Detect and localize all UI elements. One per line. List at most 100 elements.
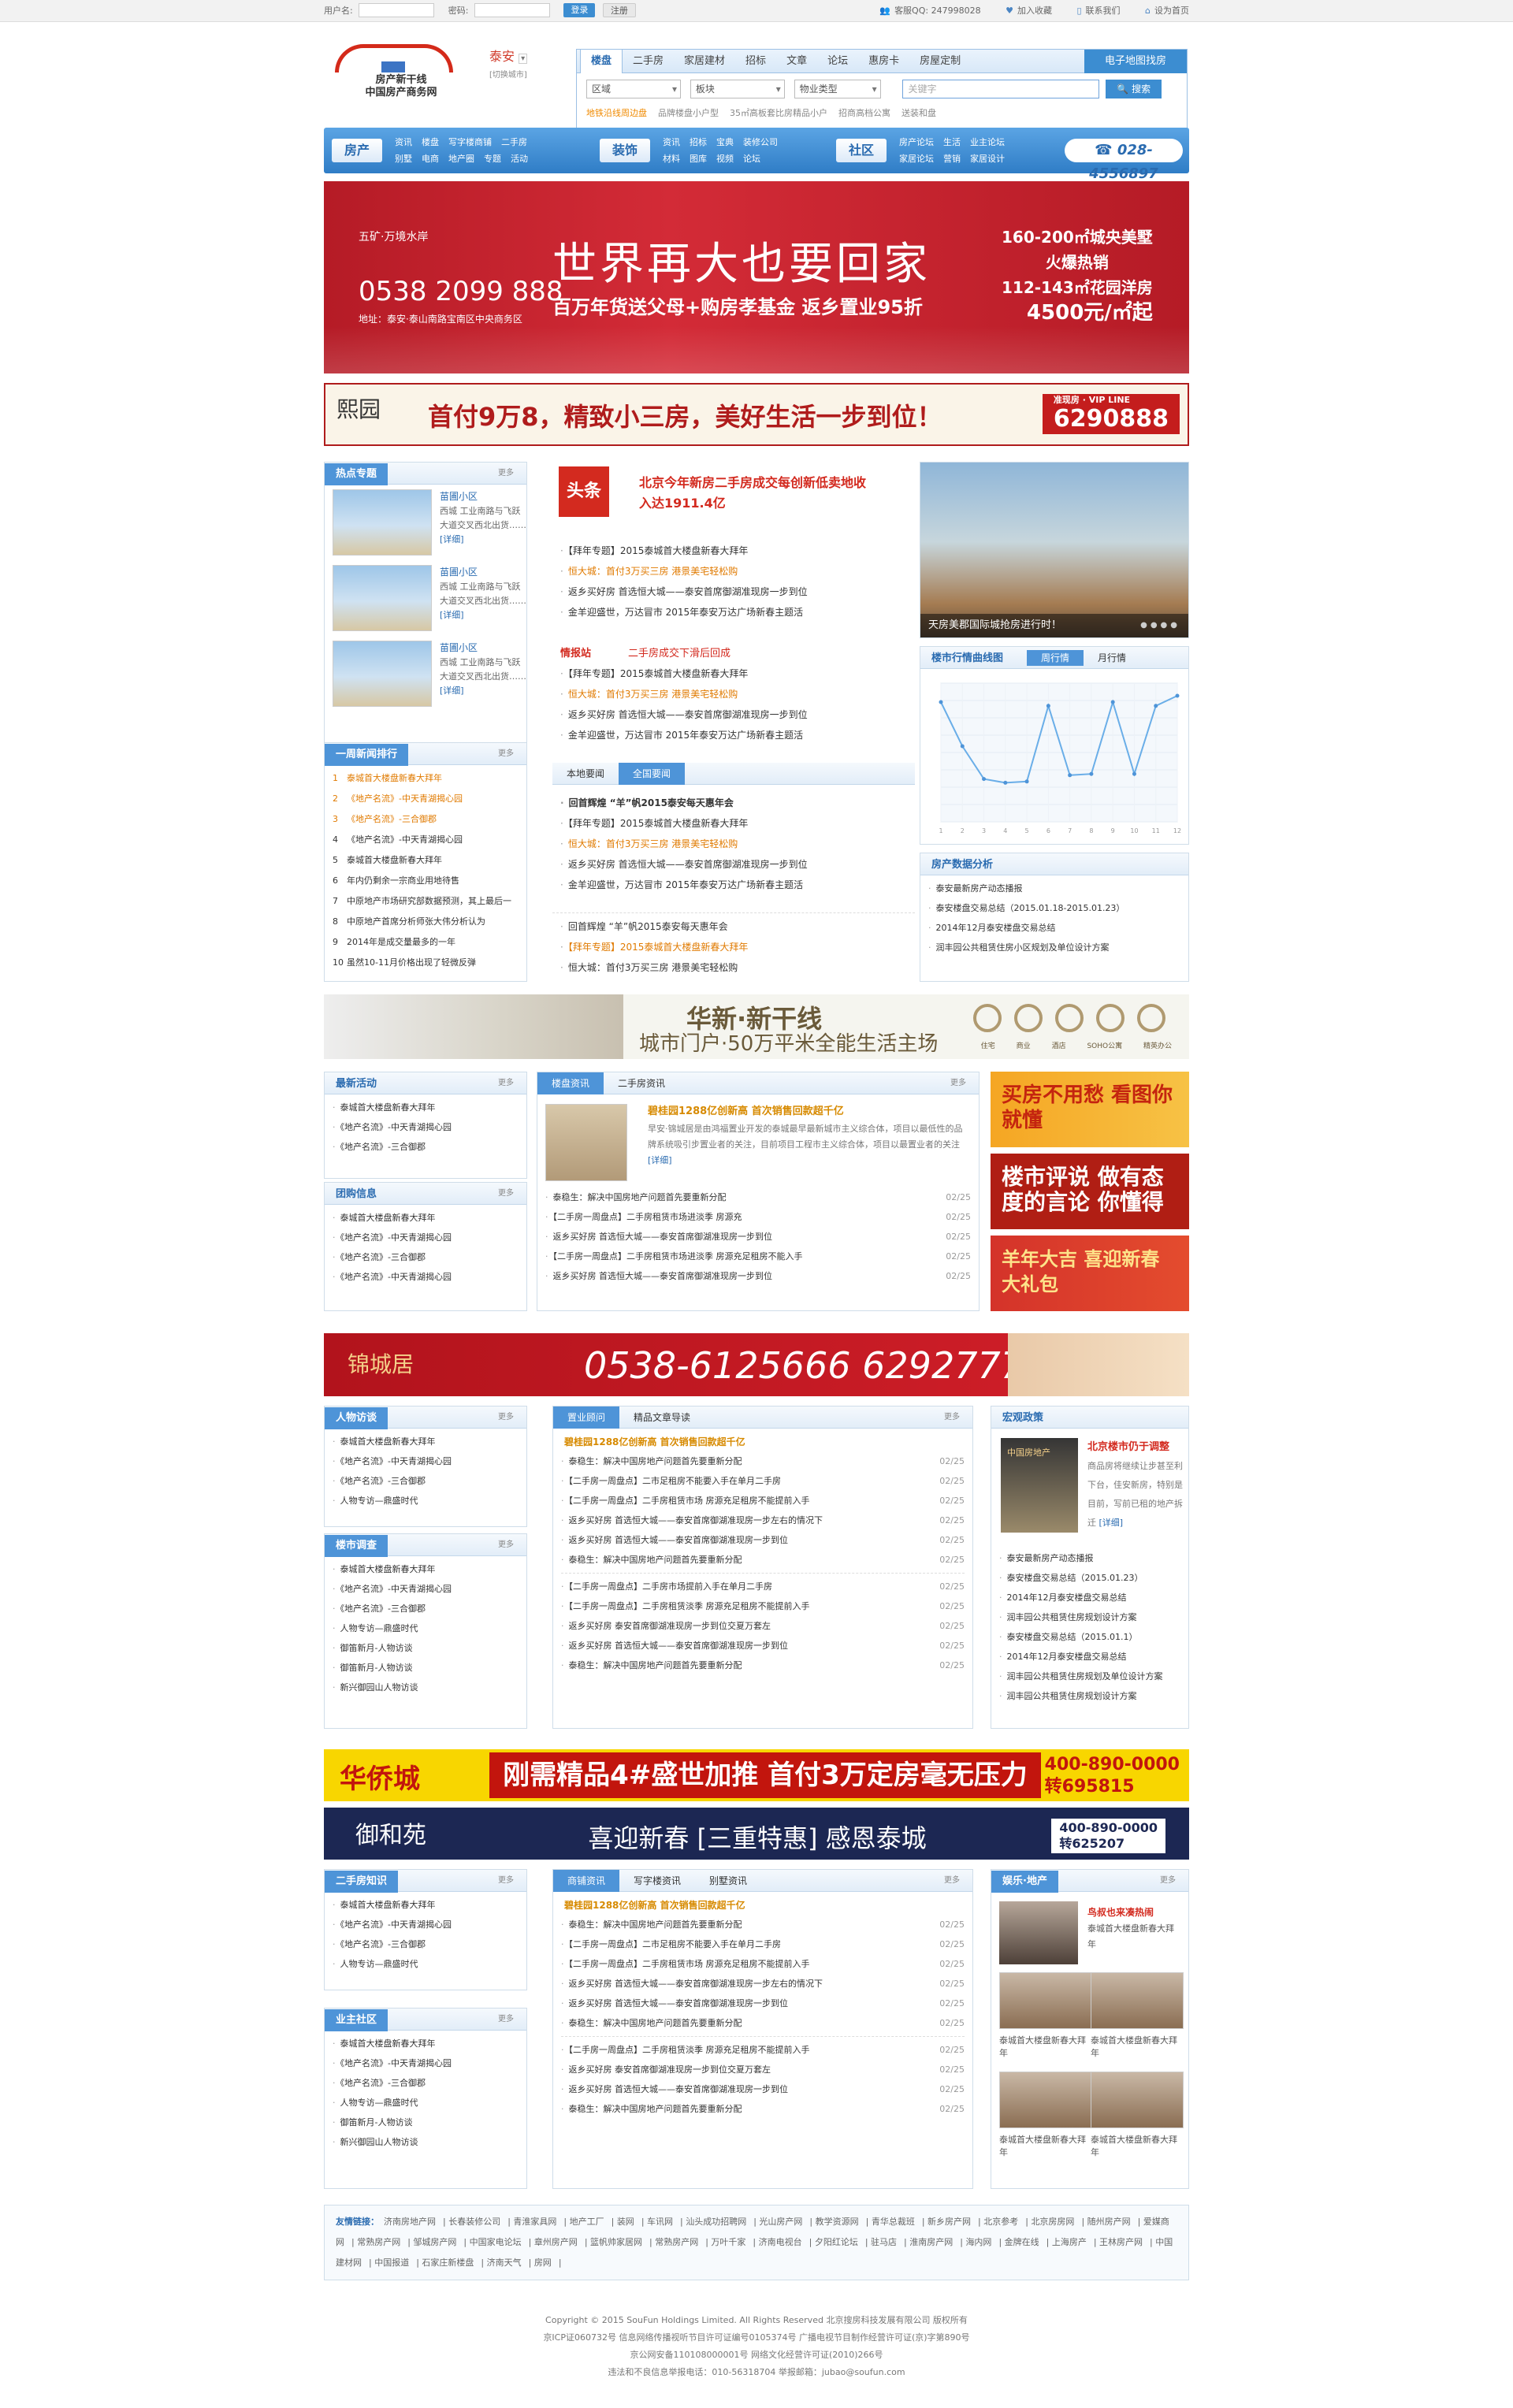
friend-link[interactable]: 上海房产 (1052, 2237, 1087, 2247)
nav-link[interactable]: 电商 (422, 150, 439, 167)
detail-link[interactable]: [详细] (1099, 1518, 1124, 1528)
entertainment-item[interactable]: 泰城首大楼盘新春大拜年 (1091, 2072, 1184, 2159)
nav-link[interactable]: 营销 (943, 150, 961, 167)
list-item[interactable]: 新兴御园山人物访谈 (333, 1678, 519, 1697)
news-row[interactable]: 【二手房一周盘点】二手房租赁淡季 房源充足租房不能提前入手02/25 (561, 1596, 965, 1616)
rank-item[interactable]: 5 泰城首大楼盘新春大拜年 (333, 850, 519, 871)
rank-item[interactable]: 1 泰城首大楼盘新春大拜年 (333, 768, 519, 789)
friend-link[interactable]: 车讯网 (647, 2217, 673, 2227)
list-item[interactable]: 泰城首大楼盘新春大拜年 (333, 1559, 519, 1579)
list-item[interactable]: 人物专访—鼎盛时代 (333, 1618, 519, 1638)
nav-link[interactable]: 资讯 (395, 134, 412, 150)
list-item[interactable]: 《地产名流》-中天青湖揭心园 (333, 1267, 519, 1287)
more-link[interactable]: 更多 (498, 1870, 514, 1892)
city-switch-link[interactable]: [切换城市] (489, 68, 527, 80)
news-item[interactable]: 回首辉煌 “羊”帆2015泰安每天惠年会 (560, 793, 907, 813)
news-item[interactable]: 返乡买好房 首选恒大城——泰安首席御湖准现房一步到位 (560, 854, 907, 875)
side-ad-market-review[interactable]: 楼市评说 做有态度的言论 你懂得 (991, 1154, 1189, 1229)
rank-item[interactable]: 7 中原地产市场研究部数据预测，其上最后一 (333, 891, 519, 912)
headline-title[interactable]: 北京今年新房二手房成交每创新低卖地收入达1911.4亿 (639, 473, 875, 514)
policy-item[interactable]: 2014年12月泰安楼盘交易总结 (999, 1588, 1180, 1607)
nav-link[interactable]: 二手房 (501, 134, 527, 150)
news-item[interactable]: 金羊迎盛世，万达冒市 2015年泰安万达广场新春主题活 (560, 602, 907, 622)
search-button[interactable]: 🔍 搜索 (1106, 80, 1162, 98)
friend-link[interactable]: 中国报道 (374, 2258, 409, 2268)
nav-link[interactable]: 宝典 (716, 134, 734, 150)
nav-label-community[interactable]: 社区 (836, 139, 887, 162)
article-headline[interactable]: 碧桂园1288亿创新高 首次销售回款超千亿 (553, 1429, 972, 1448)
friend-link[interactable]: 万叶千家 (711, 2237, 745, 2247)
friend-link[interactable]: 常熟房产网 (357, 2237, 400, 2247)
news-row[interactable]: 【二手房一周盘点】二手房租赁市场进淡季 房源充02/25 (545, 1207, 972, 1227)
news-row[interactable]: 返乡买好房 首选恒大城——泰安首席御湖准现房一步左右的情况下02/25 (561, 1974, 965, 1994)
featured-article[interactable]: 碧桂园1288亿创新高 首次销售回款超千亿 早安·锦城居是由鸿福置业开发的泰城最… (537, 1094, 979, 1187)
celebrity-photo[interactable] (999, 1901, 1078, 1964)
entertainment-item[interactable]: 泰城首大楼盘新春大拜年 (1091, 1972, 1184, 2060)
tab-monthly[interactable]: 月行情 (1084, 650, 1140, 666)
site-logo[interactable]: 房产新干线 中国房产商务网 (330, 41, 472, 104)
friend-link[interactable]: 新乡房产网 (928, 2217, 971, 2227)
side-ad-buyhouse[interactable]: 买房不用愁 看图你就懂 (991, 1072, 1189, 1147)
news-row[interactable]: 【二手房一周盘点】二市足租房不能要入手在单月二手房02/25 (561, 1471, 965, 1491)
friend-link[interactable]: 淮南房产网 (909, 2237, 953, 2247)
more-link[interactable]: 更多 (498, 1183, 514, 1205)
search-tab[interactable]: 文章 (776, 50, 817, 72)
list-item[interactable]: 泰城首大楼盘新春大拜年 (333, 2034, 519, 2053)
list-item[interactable]: 《地产名流》-中天青湖揭心园 (333, 1915, 519, 1934)
register-button[interactable]: 注册 (602, 3, 636, 17)
news-row[interactable]: 泰稳生：解决中国房地产问题首先要重新分配02/25 (561, 2099, 965, 2119)
policy-item[interactable]: 润丰园公共租赁住房规划设计方案 (999, 1686, 1180, 1706)
more-link[interactable]: 更多 (944, 1870, 960, 1892)
friend-link[interactable]: 金牌在线 (1005, 2237, 1039, 2247)
news-row[interactable]: 返乡买好房 首选恒大城——泰安首席御湖准现房一步到位02/25 (545, 1266, 972, 1286)
list-item[interactable]: 《地产名流》-三合御郡 (333, 1137, 519, 1157)
nav-link[interactable]: 别墅 (395, 150, 412, 167)
news-item[interactable]: 返乡买好房 首选恒大城——泰安首席御湖准现房一步到位 (560, 582, 907, 602)
tab-local[interactable]: 本地要闻 (552, 763, 619, 785)
nav-link[interactable]: 装修公司 (743, 134, 778, 150)
news-row[interactable]: 泰稳生：解决中国房地产问题首先要重新分配02/25 (561, 1656, 965, 1675)
section-sub[interactable]: 二手房成交下滑后回成 (628, 645, 730, 660)
news-row[interactable]: 返乡买好房 首选恒大城——泰安首席御湖准现房一步到位02/25 (561, 2079, 965, 2099)
list-item[interactable]: 泰城首大楼盘新春大拜年 (333, 1098, 519, 1117)
friend-link[interactable]: 夕阳红论坛 (815, 2237, 858, 2247)
news-row[interactable]: 【二手房一周盘点】二手房租赁淡季 房源充足租房不能提前入手02/25 (561, 2040, 965, 2060)
nav-link[interactable]: 写字楼商铺 (448, 134, 492, 150)
nav-link[interactable]: 活动 (511, 150, 528, 167)
policy-headline[interactable]: 北京楼市仍于调整 (1087, 1441, 1169, 1453)
headline[interactable]: 头条 北京今年新房二手房成交每创新低卖地收入达1911.4亿 (552, 462, 923, 541)
news-row[interactable]: 返乡买好房 首选恒大城——泰安首席御湖准现房一步到位02/25 (561, 1994, 965, 2013)
hot-link[interactable]: 35㎡高板套比房精品小户 (730, 108, 827, 118)
more-link[interactable]: 更多 (1160, 1870, 1176, 1892)
nav-link[interactable]: 视频 (716, 150, 734, 167)
list-item[interactable]: 泰城首大楼盘新春大拜年 (333, 1895, 519, 1915)
section-label[interactable]: 情报站 (560, 645, 591, 660)
entertainment-item[interactable]: 泰城首大楼盘新春大拜年 (999, 1972, 1092, 2060)
tab-secondhand-news[interactable]: 二手房资讯 (604, 1072, 679, 1094)
list-item[interactable]: 人物专访—鼎盛时代 (333, 1491, 519, 1511)
list-item[interactable]: 《地产名流》-中天青湖揭心园 (333, 1451, 519, 1471)
news-item[interactable]: 【拜年专题】2015泰城首大楼盘新春大拜年 (560, 813, 907, 834)
tab-property-news[interactable]: 楼盘资讯 (537, 1072, 604, 1094)
nav-link[interactable]: 图库 (690, 150, 707, 167)
rank-item[interactable]: 6 年内仍剩余一宗商业用地待售 (333, 871, 519, 891)
more-link[interactable]: 更多 (498, 463, 514, 485)
friend-link[interactable]: 北京参考 (983, 2217, 1018, 2227)
banner-ad-yuheyuan[interactable]: 御和苑 喜迎新春 [三重特惠] 感恩泰城 400-890-0000 转62520… (324, 1808, 1189, 1860)
friend-link[interactable]: 光山房产网 (759, 2217, 802, 2227)
news-item[interactable]: 回首辉煌 “羊”帆2015泰安每天惠年会 (560, 916, 907, 937)
friend-link[interactable]: 石家庄新楼盘 (422, 2258, 474, 2268)
news-row[interactable]: 返乡买好房 首选恒大城——泰安首席御湖准现房一步到位02/25 (545, 1227, 972, 1247)
policy-item[interactable]: 泰安楼盘交易总结（2015.01.1） (999, 1627, 1180, 1647)
list-item[interactable]: 人物专访—鼎盛时代 (333, 2093, 519, 2113)
friend-link[interactable]: 教学资源网 (816, 2217, 859, 2227)
nav-link[interactable]: 招标 (690, 134, 707, 150)
rank-item[interactable]: 4 《地产名流》-中天青湖揭心园 (333, 830, 519, 850)
property-type-select[interactable]: 物业类型 (794, 80, 881, 98)
news-row[interactable]: 【二手房一周盘点】二手房市场提前入手在单月二手房02/25 (561, 1577, 965, 1596)
policy-item[interactable]: 润丰园公共租赁住房规划设计方案 (999, 1607, 1180, 1627)
service-qq[interactable]: 👥 客服QQ: 247998028 (879, 6, 980, 16)
search-tab[interactable]: 楼盘 (580, 50, 623, 73)
policy-item[interactable]: 泰安最新房产动态播报 (999, 1548, 1180, 1568)
search-input[interactable]: 关键字 (902, 80, 1100, 98)
